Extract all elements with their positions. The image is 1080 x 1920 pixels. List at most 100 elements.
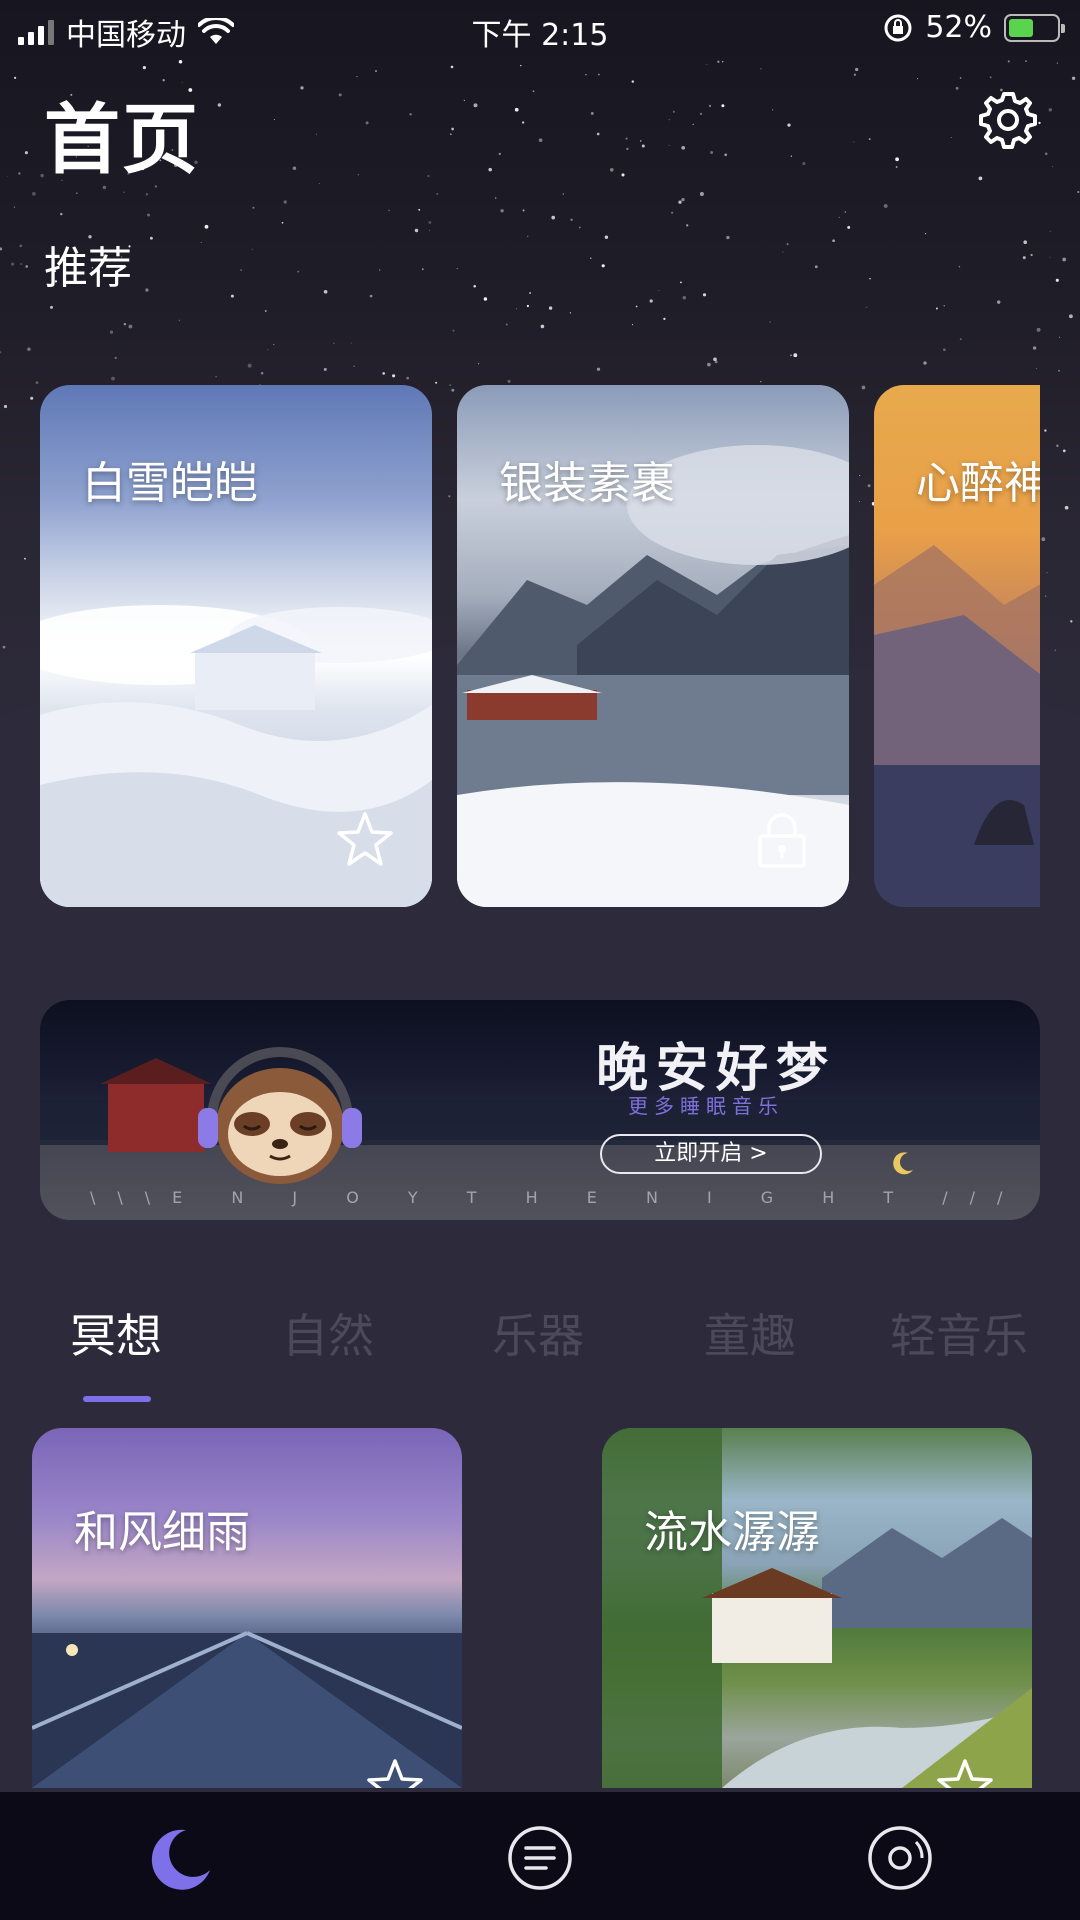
star-dot (708, 104, 712, 108)
tab-kids[interactable]: 童趣 (704, 1300, 796, 1366)
star-dot (601, 264, 605, 268)
star-dot (500, 209, 504, 213)
star-dot (429, 229, 430, 231)
star-dot (1044, 429, 1047, 432)
recommend-card[interactable]: 白雪皑皑 (40, 385, 432, 907)
star-dot (1056, 444, 1059, 447)
disc-icon[interactable] (866, 1824, 934, 1892)
star-dot (649, 299, 653, 303)
lock-icon (758, 813, 806, 868)
tab-instruments[interactable]: 乐器 (492, 1300, 584, 1366)
rotation-lock-icon (884, 14, 912, 41)
star-dot (1077, 190, 1080, 194)
star-dot (32, 192, 36, 196)
moon-icon[interactable] (146, 1824, 214, 1892)
star-dot (707, 362, 711, 367)
recommend-card[interactable]: 银装素裹 (457, 385, 849, 907)
star-dot (978, 176, 983, 181)
list-icon[interactable] (506, 1824, 574, 1892)
star-dot (950, 136, 952, 139)
star-dot (19, 244, 23, 248)
settings-gear-icon[interactable] (976, 88, 1040, 152)
star-dot (1035, 368, 1037, 370)
active-tab-indicator (83, 1396, 151, 1402)
star-dot (323, 289, 328, 294)
star-dot (596, 367, 601, 371)
star-dot (760, 68, 762, 70)
star-dot (678, 200, 682, 204)
star-dot (895, 157, 899, 162)
star-dot (498, 152, 501, 156)
recommend-card-label: 白雪皑皑 (82, 458, 258, 509)
star-dot (943, 348, 946, 352)
sound-card[interactable]: 流水潺潺 (602, 1428, 1032, 1788)
star-dot (1056, 62, 1058, 64)
recommend-card[interactable]: 心醉神 (874, 385, 1040, 907)
star-dot (717, 60, 720, 63)
star-dot (569, 312, 571, 314)
sound-card-label: 和风细雨 (74, 1507, 250, 1558)
star-dot (671, 211, 674, 214)
star-dot (883, 204, 888, 208)
star-dot (1025, 60, 1027, 63)
star-dot (855, 67, 859, 72)
star-dot (145, 288, 149, 292)
star-dot (418, 208, 421, 211)
star-dot (323, 367, 327, 371)
star-dot (338, 93, 342, 97)
sound-card[interactable]: 和风细雨 (32, 1428, 462, 1788)
star-dot (626, 147, 629, 151)
star-dot (273, 343, 275, 346)
star-dot (672, 110, 675, 113)
star-dot (24, 151, 28, 155)
page-title: 首页 (44, 95, 200, 184)
star-dot (724, 153, 727, 157)
star-outline-icon[interactable] (334, 809, 396, 871)
star-dot (200, 241, 202, 243)
star-dot (297, 270, 300, 273)
star-dot (13, 206, 16, 208)
banner-start-button[interactable]: 立即开启 > (600, 1134, 822, 1174)
status-bar: 中国移动 下午 2:15 52% (0, 0, 1080, 56)
star-dot (60, 212, 63, 216)
star-dot (520, 64, 522, 67)
star-dot (111, 376, 115, 381)
star-dot (217, 103, 222, 107)
star-dot (551, 215, 556, 220)
star-dot (1058, 369, 1060, 372)
star-dot (456, 268, 458, 270)
star-dot (450, 65, 454, 69)
star-dot (562, 193, 564, 195)
star-dot (27, 347, 31, 351)
star-dot (847, 225, 851, 229)
star-dot (273, 119, 275, 120)
star-dot (585, 74, 587, 76)
star-dot (635, 305, 638, 308)
star-dot (1049, 256, 1051, 258)
star-dot (357, 174, 359, 176)
tab-meditation[interactable]: 冥想 (70, 1300, 162, 1366)
star-dot (604, 235, 609, 239)
recommend-carousel[interactable]: 白雪皑皑 银装素裹 心醉神 (0, 385, 1040, 910)
star-dot (505, 323, 508, 326)
star-dot (240, 269, 242, 271)
star-dot (1007, 60, 1010, 63)
star-dot (494, 197, 497, 199)
star-dot (844, 211, 846, 213)
star-dot (20, 263, 22, 265)
star-outline-icon[interactable] (934, 1756, 996, 1788)
tab-light-music[interactable]: 轻音乐 (890, 1300, 1028, 1366)
sleep-music-banner[interactable]: 晚安好梦 更多睡眠音乐 立即开启 > \\\E N J O Y T H E N … (40, 1000, 1040, 1220)
star-dot (25, 265, 29, 268)
star-dot (658, 289, 660, 292)
star-dot (596, 132, 600, 136)
star-dot (473, 285, 476, 288)
star-outline-icon[interactable] (364, 1756, 426, 1788)
star-dot (333, 342, 335, 345)
star-dot (935, 307, 938, 310)
star-dot (315, 133, 317, 135)
tab-nature[interactable]: 自然 (282, 1300, 374, 1366)
star-dot (215, 375, 218, 378)
star-dot (610, 168, 614, 172)
star-dot (681, 197, 685, 202)
